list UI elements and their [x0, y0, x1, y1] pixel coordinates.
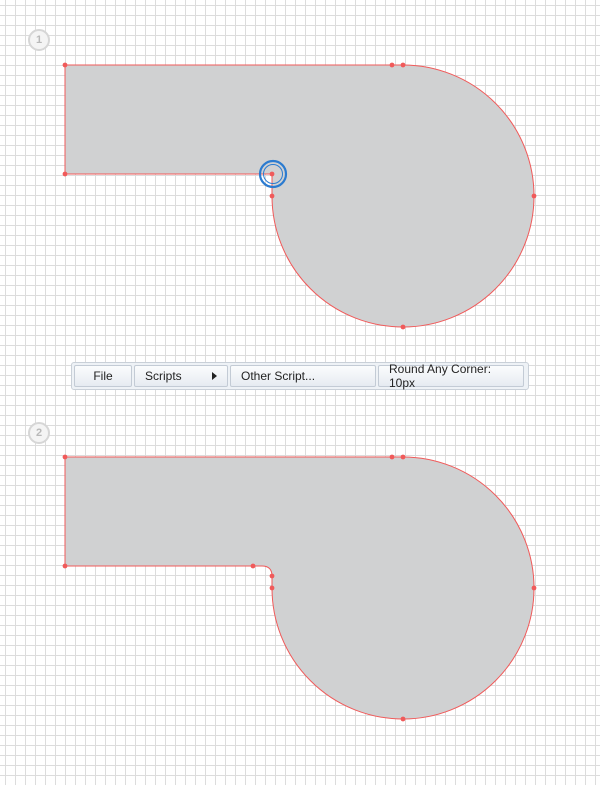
- anchor-point: [269, 193, 275, 199]
- anchor-point: [400, 716, 406, 722]
- anchor-point: [269, 585, 275, 591]
- anchor-point: [389, 454, 395, 460]
- menu-round-any-corner[interactable]: Round Any Corner: 10px: [378, 362, 524, 390]
- chevron-right-icon: [212, 372, 217, 380]
- anchor-point: [531, 193, 537, 199]
- shape-after-rounding[interactable]: [64, 456, 535, 720]
- anchor-point: [62, 563, 68, 569]
- menu-other-script[interactable]: Other Script...: [230, 365, 376, 387]
- step-number-label: 2: [35, 427, 43, 439]
- menu-path-bar: File Scripts Other Script... Round Any C…: [71, 362, 529, 390]
- shape-before-rounding[interactable]: [64, 64, 535, 328]
- menu-scripts-label: Scripts: [145, 369, 182, 383]
- menu-file[interactable]: File: [74, 365, 132, 387]
- anchor-point: [269, 171, 275, 177]
- anchor-point: [62, 62, 68, 68]
- anchor-point: [269, 573, 275, 579]
- anchor-point: [400, 62, 406, 68]
- anchor-point: [250, 563, 256, 569]
- anchor-point: [400, 454, 406, 460]
- anchor-point: [389, 62, 395, 68]
- anchor-point: [62, 171, 68, 177]
- menu-other-script-label: Other Script...: [241, 369, 316, 383]
- step-number-badge: 2: [28, 422, 50, 444]
- menu-round-any-corner-label: Round Any Corner: 10px: [389, 362, 492, 390]
- menu-file-label: File: [93, 369, 113, 383]
- anchor-point: [400, 324, 406, 330]
- anchor-point: [531, 585, 537, 591]
- artboard: [62, 62, 537, 722]
- menu-scripts[interactable]: Scripts: [134, 365, 228, 387]
- anchor-point: [62, 454, 68, 460]
